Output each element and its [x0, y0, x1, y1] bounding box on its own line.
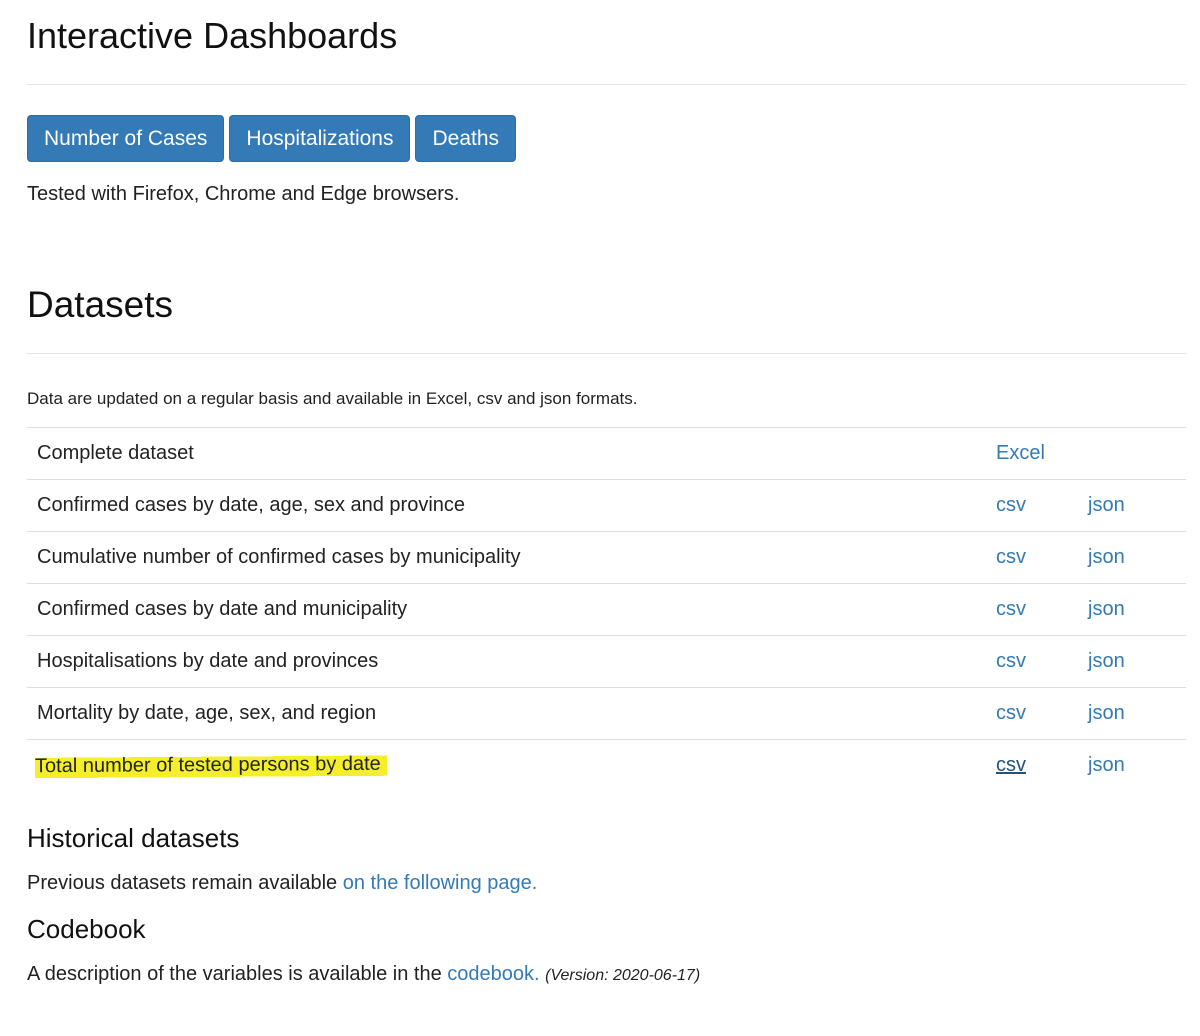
json-download-link[interactable]: json [1088, 596, 1125, 622]
csv-download-link[interactable]: csv [996, 752, 1026, 778]
table-row: Hospitalisations by date and provinces c… [27, 635, 1186, 687]
datasets-divider [27, 353, 1186, 354]
json-download-link[interactable]: json [1088, 492, 1125, 518]
dataset-label-highlighted: Total number of tested persons by date [34, 750, 387, 780]
number-of-cases-button[interactable]: Number of Cases [27, 115, 225, 162]
dataset-label: Complete dataset [37, 442, 194, 464]
table-row: Total number of tested persons by date c… [27, 739, 1186, 791]
csv-download-link[interactable]: csv [996, 648, 1026, 674]
historical-text: Previous datasets remain available [27, 872, 343, 894]
datasets-table: Complete dataset Excel Confirmed cases b… [27, 427, 1186, 791]
excel-download-link[interactable]: Excel [996, 440, 1045, 466]
csv-download-link[interactable]: csv [996, 700, 1026, 726]
historical-datasets-text: Previous datasets remain available on th… [27, 870, 537, 896]
dataset-label: Hospitalisations by date and provinces [37, 650, 379, 672]
dataset-label: Cumulative number of confirmed cases by … [37, 546, 521, 568]
json-download-link[interactable]: json [1088, 752, 1125, 778]
browser-note: Tested with Firefox, Chrome and Edge bro… [27, 183, 460, 205]
table-row: Confirmed cases by date and municipality… [27, 583, 1186, 635]
table-row: Cumulative number of confirmed cases by … [27, 531, 1186, 583]
deaths-button[interactable]: Deaths [415, 115, 517, 162]
codebook-version: (Version: 2020-06-17) [545, 967, 701, 984]
csv-download-link[interactable]: csv [996, 596, 1026, 622]
table-row: Confirmed cases by date, age, sex and pr… [27, 479, 1186, 531]
historical-datasets-title: Historical datasets [27, 823, 240, 853]
json-download-link[interactable]: json [1088, 544, 1125, 570]
dataset-label: Confirmed cases by date and municipality [37, 598, 408, 620]
dashboards-title: Interactive Dashboards [27, 15, 398, 56]
csv-download-link[interactable]: csv [996, 544, 1026, 570]
codebook-title: Codebook [27, 914, 146, 944]
datasets-title: Datasets [27, 284, 174, 325]
table-row: Mortality by date, age, sex, and region … [27, 687, 1186, 739]
dataset-label: Confirmed cases by date, age, sex and pr… [37, 494, 466, 516]
dataset-label: Mortality by date, age, sex, and region [37, 702, 377, 724]
json-download-link[interactable]: json [1088, 700, 1125, 726]
hospitalizations-button[interactable]: Hospitalizations [229, 115, 411, 162]
codebook-text: A description of the variables is availa… [27, 961, 700, 989]
following-page-link[interactable]: on the following page. [343, 872, 538, 894]
csv-download-link[interactable]: csv [996, 492, 1026, 518]
title-divider [27, 84, 1186, 85]
codebook-link[interactable]: codebook. [447, 963, 539, 985]
codebook-description: A description of the variables is availa… [27, 963, 448, 985]
table-row: Complete dataset Excel [27, 427, 1186, 479]
json-download-link[interactable]: json [1088, 648, 1125, 674]
datasets-intro: Data are updated on a regular basis and … [27, 389, 638, 408]
dashboard-button-group: Number of Cases Hospitalizations Deaths [27, 115, 517, 164]
